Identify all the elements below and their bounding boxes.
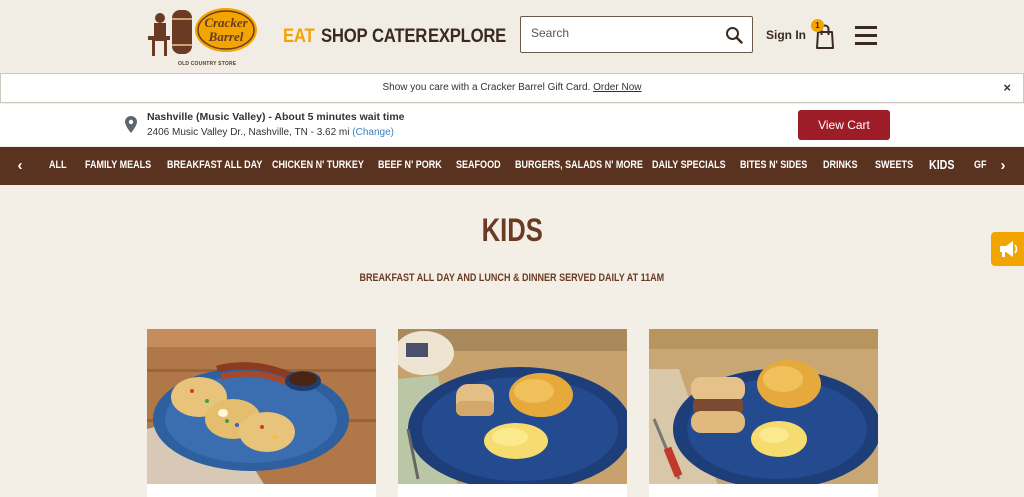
location-address: 2406 Music Valley Dr., Nashville, TN - 3… bbox=[147, 127, 394, 138]
category-family-meals[interactable]: FAMILY MEALS bbox=[85, 159, 151, 171]
nav-explore[interactable]: EXPLORE bbox=[428, 26, 506, 48]
category-drinks[interactable]: DRINKS bbox=[823, 159, 858, 171]
category-beef-pork[interactable]: BEEF N' PORK bbox=[378, 159, 442, 171]
location-pin-icon bbox=[125, 116, 137, 133]
category-prev-icon[interactable]: ‹ bbox=[11, 156, 29, 176]
sausage-biscuit-plate-image bbox=[649, 329, 878, 497]
site-header: Cracker Barrel OLD COUNTRY STORE EAT SHO… bbox=[0, 0, 1024, 72]
svg-text:Barrel: Barrel bbox=[208, 29, 244, 44]
logo-subtitle: OLD COUNTRY STORE bbox=[178, 61, 237, 67]
search-input[interactable] bbox=[531, 26, 711, 40]
category-sweets[interactable]: SWEETS bbox=[875, 159, 913, 171]
pancakes-plate-image bbox=[147, 329, 376, 497]
menu-item-card[interactable] bbox=[649, 329, 878, 497]
category-chicken-turkey[interactable]: CHICKEN N' TURKEY bbox=[272, 159, 364, 171]
change-location-link[interactable]: (Change) bbox=[352, 127, 394, 138]
category-bites-sides[interactable]: BITES N' SIDES bbox=[740, 159, 807, 171]
category-all[interactable]: ALL bbox=[49, 159, 67, 171]
sign-in-link[interactable]: Sign In bbox=[766, 28, 806, 42]
order-now-link[interactable]: Order Now bbox=[593, 82, 641, 93]
gift-card-banner: Show you care with a Cracker Barrel Gift… bbox=[0, 73, 1024, 103]
location-name: Nashville (Music Valley) - About 5 minut… bbox=[147, 111, 405, 123]
view-cart-button[interactable]: View Cart bbox=[798, 110, 890, 140]
address-text: 2406 Music Valley Dr., Nashville, TN - 3… bbox=[147, 127, 350, 138]
category-gf[interactable]: GF bbox=[974, 159, 987, 171]
category-list: ALL FAMILY MEALS BREAKFAST ALL DAY CHICK… bbox=[38, 147, 988, 185]
category-burgers-salads[interactable]: BURGERS, SALADS N' MORE bbox=[515, 159, 643, 171]
page-title: KIDS bbox=[481, 212, 543, 248]
category-breakfast-all-day[interactable]: BREAKFAST ALL DAY bbox=[167, 159, 262, 171]
main-nav: EAT SHOP CATER EXPLORE bbox=[283, 26, 506, 48]
category-daily-specials[interactable]: DAILY SPECIALS bbox=[652, 159, 726, 171]
biscuit-plate-image bbox=[398, 329, 627, 497]
category-seafood[interactable]: SEAFOOD bbox=[456, 159, 501, 171]
page-subtitle: BREAKFAST ALL DAY AND LUNCH & DINNER SER… bbox=[359, 272, 665, 284]
nav-cater[interactable]: CATER bbox=[372, 26, 427, 48]
close-icon[interactable]: × bbox=[1003, 74, 1011, 102]
search-icon[interactable] bbox=[725, 26, 743, 44]
megaphone-icon bbox=[1000, 241, 1018, 257]
category-next-icon[interactable]: › bbox=[994, 156, 1012, 176]
nav-shop[interactable]: SHOP bbox=[321, 26, 368, 48]
category-bar: ‹ ALL FAMILY MEALS BREAKFAST ALL DAY CHI… bbox=[0, 147, 1024, 185]
search-box bbox=[520, 16, 753, 53]
cart-count-badge: 1 bbox=[811, 19, 824, 32]
feedback-button[interactable] bbox=[991, 232, 1024, 266]
menu-item-card[interactable] bbox=[398, 329, 627, 497]
menu-item-card[interactable] bbox=[147, 329, 376, 497]
category-kids[interactable]: KIDS bbox=[929, 157, 954, 172]
nav-eat[interactable]: EAT bbox=[283, 26, 315, 48]
svg-text:Cracker: Cracker bbox=[204, 15, 248, 30]
banner-text: Show you care with a Cracker Barrel Gift… bbox=[382, 82, 591, 93]
location-bar: Nashville (Music Valley) - About 5 minut… bbox=[0, 104, 1024, 146]
hamburger-menu-icon[interactable] bbox=[855, 26, 877, 46]
